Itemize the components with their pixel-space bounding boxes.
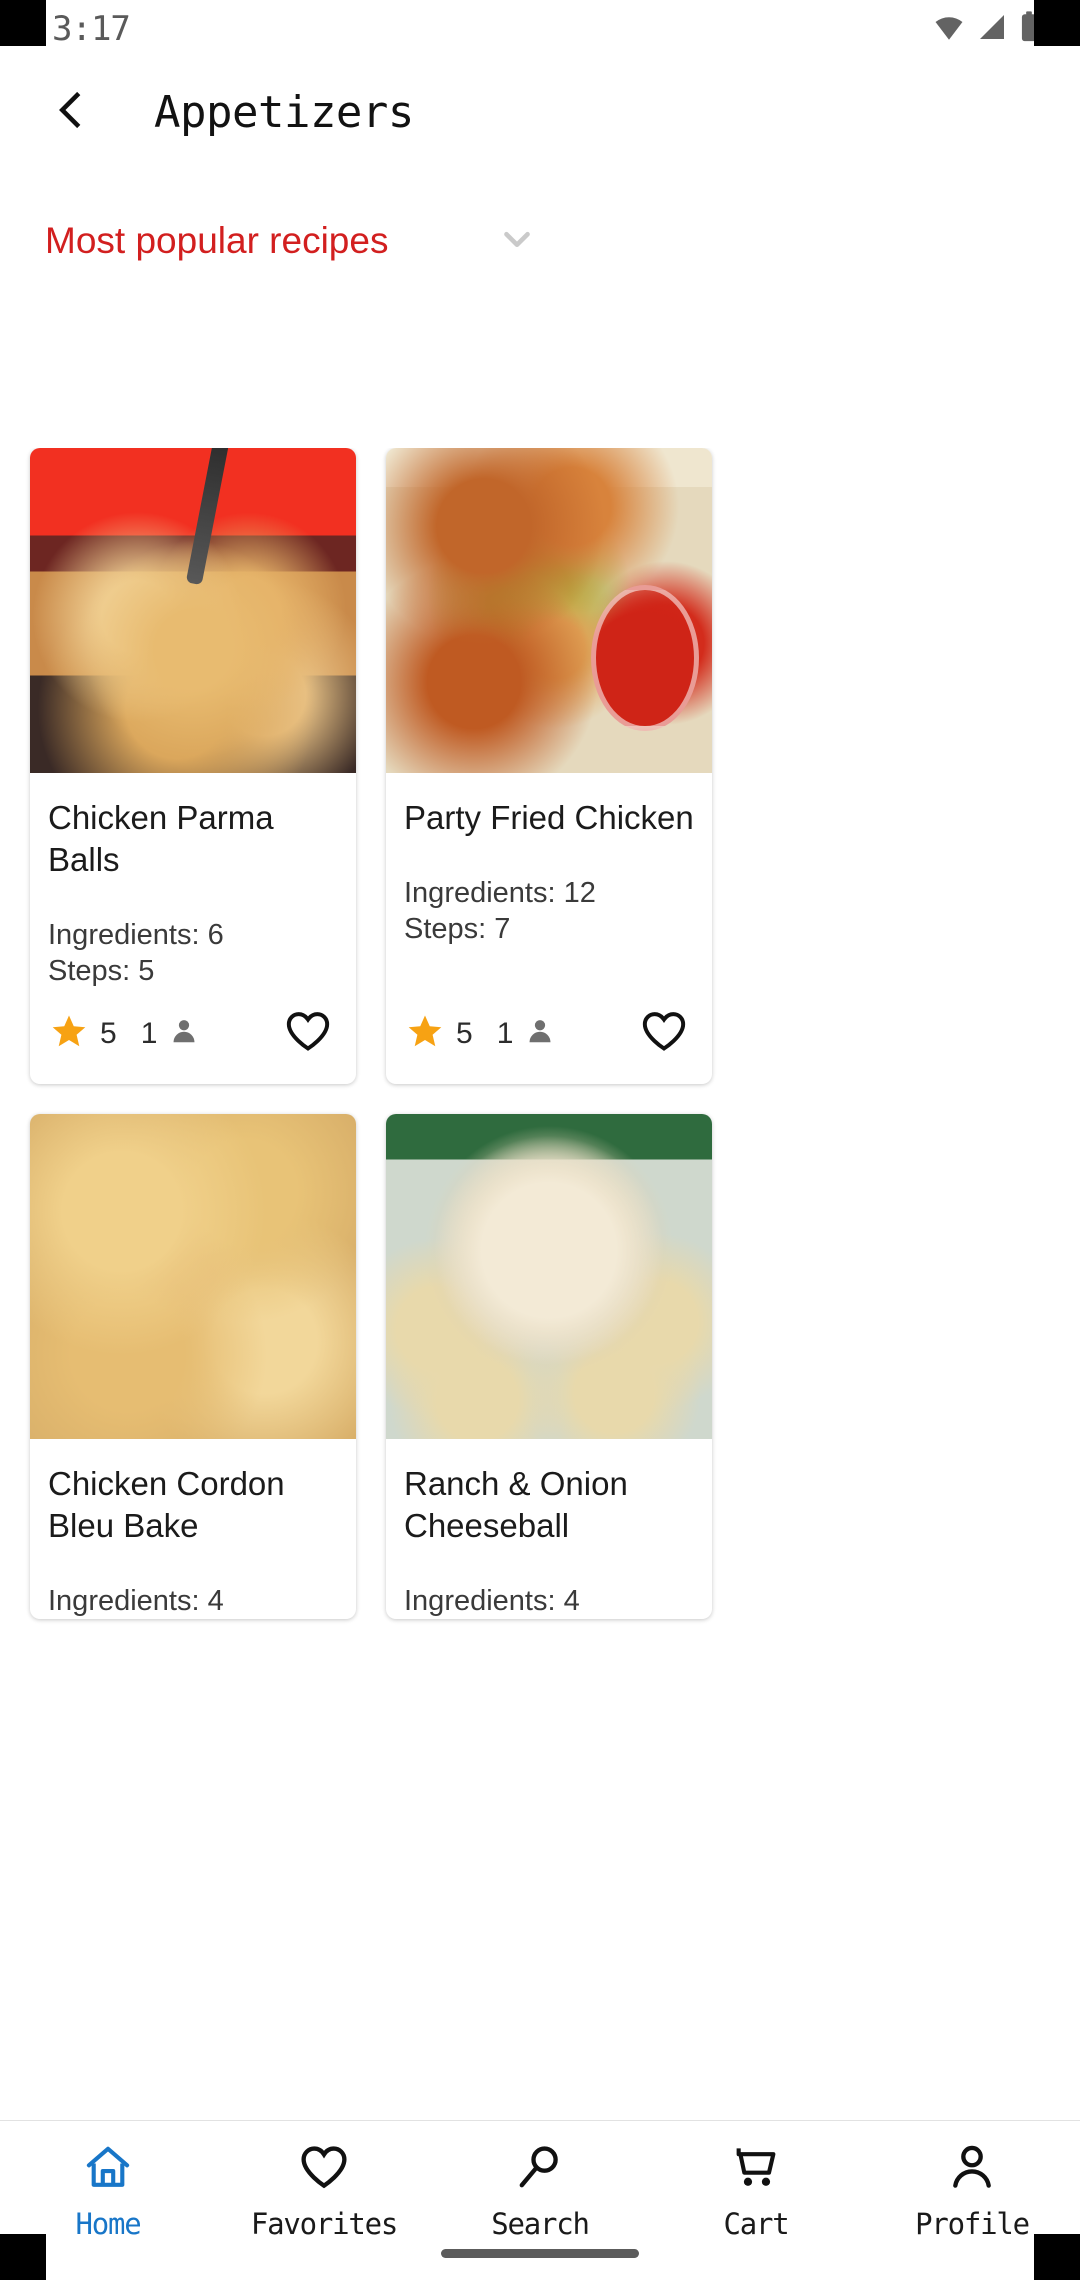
recipe-rating: 5 1: [406, 1012, 555, 1055]
star-icon: [406, 1012, 444, 1055]
recipe-ingredients: Ingredients: 12: [404, 876, 596, 909]
nav-label-cart: Cart: [723, 2207, 789, 2241]
review-count: 1: [496, 1016, 514, 1050]
favorite-button[interactable]: [636, 1006, 692, 1062]
nav-label-profile: Profile: [915, 2207, 1030, 2241]
recipe-steps: Steps: 5: [48, 955, 155, 988]
recipe-title: Party Fried Chicken: [404, 799, 694, 836]
back-button[interactable]: [34, 75, 108, 149]
recipe-grid-scroll[interactable]: Chicken Parma Balls Ingredients: 6 Steps…: [0, 448, 1080, 2120]
heart-outline-icon: [639, 1006, 689, 1061]
person-icon: [169, 1016, 199, 1051]
chevron-down-icon: [494, 216, 540, 267]
search-icon: [514, 2141, 566, 2198]
sort-filter-dropdown-button[interactable]: [486, 210, 548, 272]
star-icon: [50, 1012, 88, 1055]
nav-item-cart[interactable]: Cart: [648, 2141, 864, 2241]
recipe-card[interactable]: Ranch & Onion Cheeseball Ingredients: 4: [386, 1113, 712, 1620]
home-indicator: [441, 2249, 639, 2258]
wifi-icon: [932, 10, 966, 49]
status-icons: [932, 10, 1040, 49]
nav-item-home[interactable]: Home: [0, 2141, 216, 2241]
sort-filter-row[interactable]: Most popular recipes: [0, 166, 1080, 316]
rating-value: 5: [100, 1016, 117, 1050]
heart-icon: [298, 2141, 350, 2198]
chevron-left-icon: [50, 89, 92, 136]
screen-corner-top-right: [1034, 0, 1080, 46]
nav-item-profile[interactable]: Profile: [864, 2141, 1080, 2241]
recipe-rating: 5 1: [50, 1012, 199, 1055]
status-time: 3:17: [52, 9, 131, 49]
cart-icon: [730, 2141, 782, 2198]
bottom-navigation-bar: Home Favorites Search Cart Profile: [0, 2120, 1080, 2280]
nav-label-favorites: Favorites: [250, 2207, 399, 2241]
recipe-steps: Steps: 7: [404, 913, 511, 946]
review-count: 1: [140, 1016, 158, 1050]
recipe-card[interactable]: Party Fried Chicken Ingredients: 12 Step…: [386, 448, 712, 1084]
app-bar: Appetizers: [0, 58, 1080, 166]
recipe-card[interactable]: Chicken Parma Balls Ingredients: 6 Steps…: [30, 448, 356, 1084]
screen-corner-bottom-left: [0, 2234, 46, 2280]
ranch-onion-cheeseball-photo: [386, 1113, 712, 1439]
recipe-ingredients: Ingredients: 4: [48, 1584, 224, 1617]
favorite-button[interactable]: [280, 1006, 336, 1062]
page-title: Appetizers: [154, 86, 414, 138]
person-icon: [946, 2141, 998, 2198]
recipe-card[interactable]: Chicken Cordon Bleu Bake Ingredients: 4: [30, 1113, 356, 1620]
nav-label-search: Search: [491, 2207, 590, 2241]
chicken-cordon-bleu-bake-photo: [30, 1113, 356, 1439]
chicken-parma-balls-photo: [30, 448, 356, 773]
status-bar: 3:17: [0, 0, 1080, 58]
screen-corner-top-left: [0, 0, 46, 46]
recipe-grid: Chicken Parma Balls Ingredients: 6 Steps…: [0, 448, 1080, 1620]
person-icon: [525, 1016, 555, 1051]
sort-filter-label: Most popular recipes: [45, 220, 389, 261]
screen-corner-bottom-right: [1034, 2234, 1080, 2280]
nav-item-search[interactable]: Search: [432, 2141, 648, 2241]
signal-icon: [976, 10, 1008, 49]
nav-item-favorites[interactable]: Favorites: [216, 2141, 432, 2241]
recipe-title: Chicken Parma Balls: [48, 799, 274, 878]
home-icon: [82, 2141, 134, 2198]
recipe-ingredients: Ingredients: 6: [48, 918, 224, 951]
recipe-title: Ranch & Onion Cheeseball: [404, 1464, 628, 1544]
heart-outline-icon: [283, 1006, 333, 1061]
party-fried-chicken-photo: [386, 448, 712, 773]
recipe-title: Chicken Cordon Bleu Bake: [48, 1464, 285, 1544]
rating-value: 5: [456, 1016, 473, 1050]
recipe-ingredients: Ingredients: 4: [404, 1584, 580, 1617]
nav-label-home: Home: [75, 2207, 141, 2241]
